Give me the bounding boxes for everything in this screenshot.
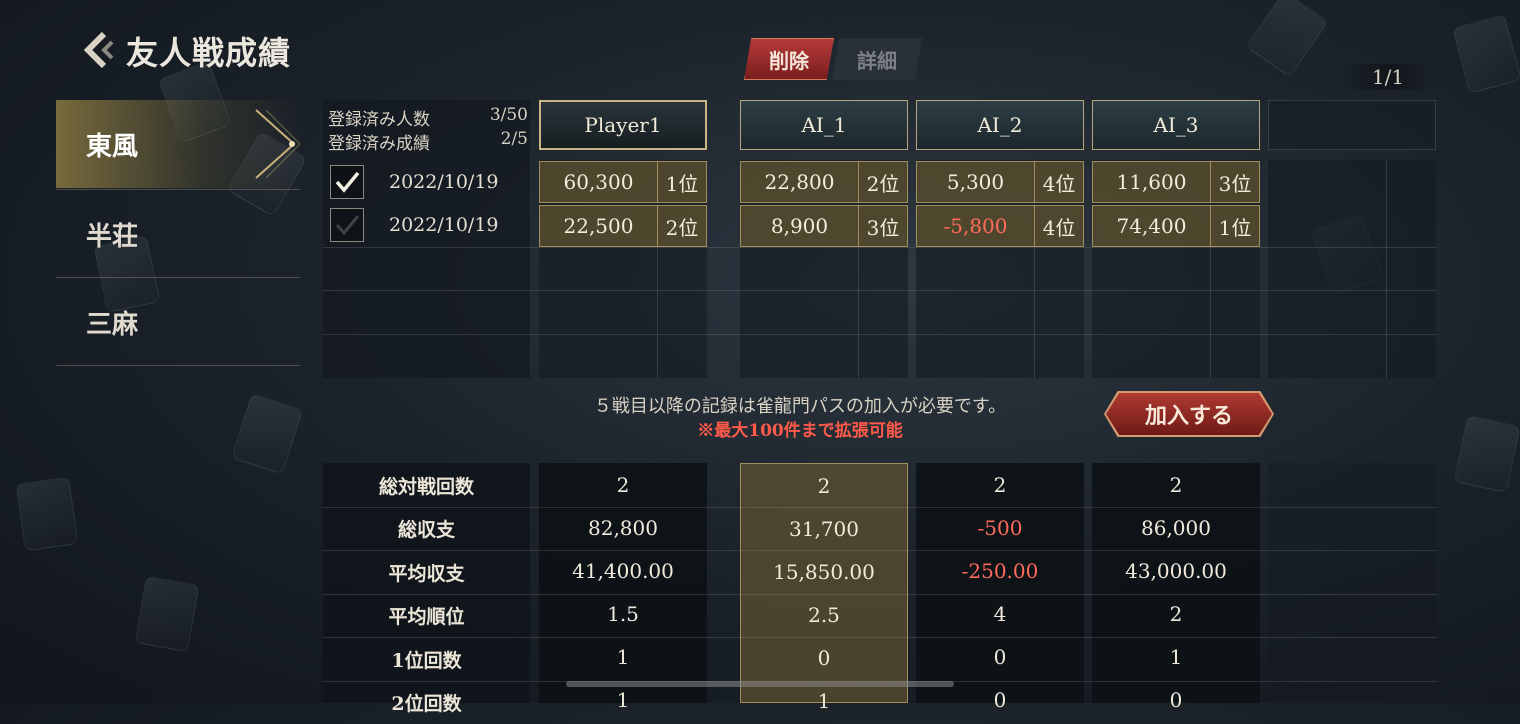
rank-cell: 1位 [657,161,707,203]
stat-value: 1 [1169,644,1183,669]
player-header: AI_2 [916,100,1084,150]
stats-column-ai1: 2 31,700 15,850.00 2.5 0 1 [740,463,908,713]
tab-delete[interactable]: 削除 [744,38,834,80]
grid-line [323,637,1437,638]
stat-value: 2.5 [808,602,840,627]
background-tile [134,575,200,653]
game-row: 2022/10/19 [330,162,530,202]
score-cell: 22,500 [539,205,658,247]
score-cell: 8,900 [740,205,859,247]
stat-value: 41,400.00 [572,558,674,583]
stat-value: 31,700 [789,516,859,541]
game-date: 2022/10/19 [389,214,499,236]
pass-notice: ５戦目以降の記録は雀龍門パスの加入が必要です。 [593,396,1007,417]
rank-cell: 3位 [858,205,908,247]
page-title: 友人戦成績 [126,34,292,72]
stat-label: 平均順位 [388,606,465,628]
stat-label: 総対戦回数 [378,476,474,498]
stat-value: 2 [1169,601,1183,626]
stats-column-player1: 2 82,800 41,400.00 1.5 1 1 [539,463,707,712]
stat-value: 86,000 [1141,515,1211,540]
stat-value: 2 [1169,472,1183,497]
stats-column-ai3: 2 86,000 43,000.00 2 1 0 [1092,463,1260,712]
stat-value: 0 [1169,687,1183,712]
score-cell: 5,300 [916,161,1035,203]
rank-cell: 4位 [1034,161,1084,203]
horizontal-scrollbar[interactable] [566,681,954,687]
background-tile [230,393,304,475]
stat-label: 平均収支 [388,563,465,585]
player-header: Player1 [539,100,707,150]
player-header: AI_1 [740,100,908,150]
background-tile [15,476,79,552]
rank-cell: 4位 [1034,205,1084,247]
grid-line [323,334,1437,335]
stat-value: 82,800 [588,515,658,540]
stat-label: 1位回数 [391,650,462,672]
score-cell: -5,800 [916,205,1035,247]
game-row: 2022/10/19 [330,205,530,245]
sidebar-item-hanchan[interactable]: 半荘 [56,190,300,278]
stat-value: 15,850.00 [773,559,875,584]
grid-line [323,507,1437,508]
stat-label: 総収支 [397,519,455,541]
stat-value: 4 [993,601,1007,626]
sidebar-item-label: 東風 [86,131,139,162]
score-cell: 60,300 [539,161,658,203]
sidebar-item-label: 半荘 [86,221,139,252]
back-arrow-icon[interactable] [80,30,120,70]
background-tile [1245,0,1329,78]
rank-cell: 1位 [1210,205,1260,247]
stat-value: 2 [616,472,630,497]
stat-value: 0 [817,645,831,670]
rank-cell: 2位 [657,205,707,247]
sidebar-item-label: 三麻 [86,309,139,340]
checkmark-icon [335,215,360,236]
stat-value: -250.00 [961,558,1039,583]
registered-players-label: 登録済み人数 [328,110,430,130]
divider [56,365,300,366]
sidebar-item-sanma[interactable]: 三麻 [56,278,300,366]
stat-value: 2 [993,472,1007,497]
tab-detail[interactable]: 詳細 [832,38,922,80]
stats-column-ai2: 2 -500 -250.00 4 0 0 [916,463,1084,712]
stat-value: 0 [993,644,1007,669]
stat-value: -500 [977,515,1023,540]
background-tile [1453,415,1520,493]
game-checkbox[interactable] [330,208,364,242]
score-cell: 11,600 [1092,161,1211,203]
stats-column-empty [1268,463,1436,703]
grid-line [323,290,1437,291]
stat-value: 2 [817,473,831,498]
game-checkbox[interactable] [330,165,364,199]
player-header: AI_3 [1092,100,1260,150]
stat-value: 1.5 [607,601,639,626]
grid-line [323,594,1437,595]
empty-player-header [1268,100,1436,150]
stat-value: 1 [616,644,630,669]
score-cell: 74,400 [1092,205,1211,247]
grid-line [323,550,1437,551]
registered-records-label: 登録済み成績 [328,134,430,154]
pass-notice-sub: ※最大100件まで拡張可能 [697,421,903,441]
rank-cell: 3位 [1210,161,1260,203]
page-indicator: 1/1 [1340,64,1436,90]
stat-value: 43,000.00 [1125,558,1227,583]
grid-line [323,247,1437,248]
score-column [1268,160,1436,378]
registered-records-value: 2/5 [500,129,528,149]
join-button[interactable]: 加入する [1106,393,1272,435]
registered-players-value: 3/50 [489,105,528,125]
score-cell: 22,800 [740,161,859,203]
background-tile [1452,14,1520,94]
grid-line [1386,160,1387,378]
checkmark-icon [335,171,360,193]
game-date: 2022/10/19 [389,171,499,193]
rank-cell: 2位 [858,161,908,203]
selected-arrow-icon [252,108,301,180]
